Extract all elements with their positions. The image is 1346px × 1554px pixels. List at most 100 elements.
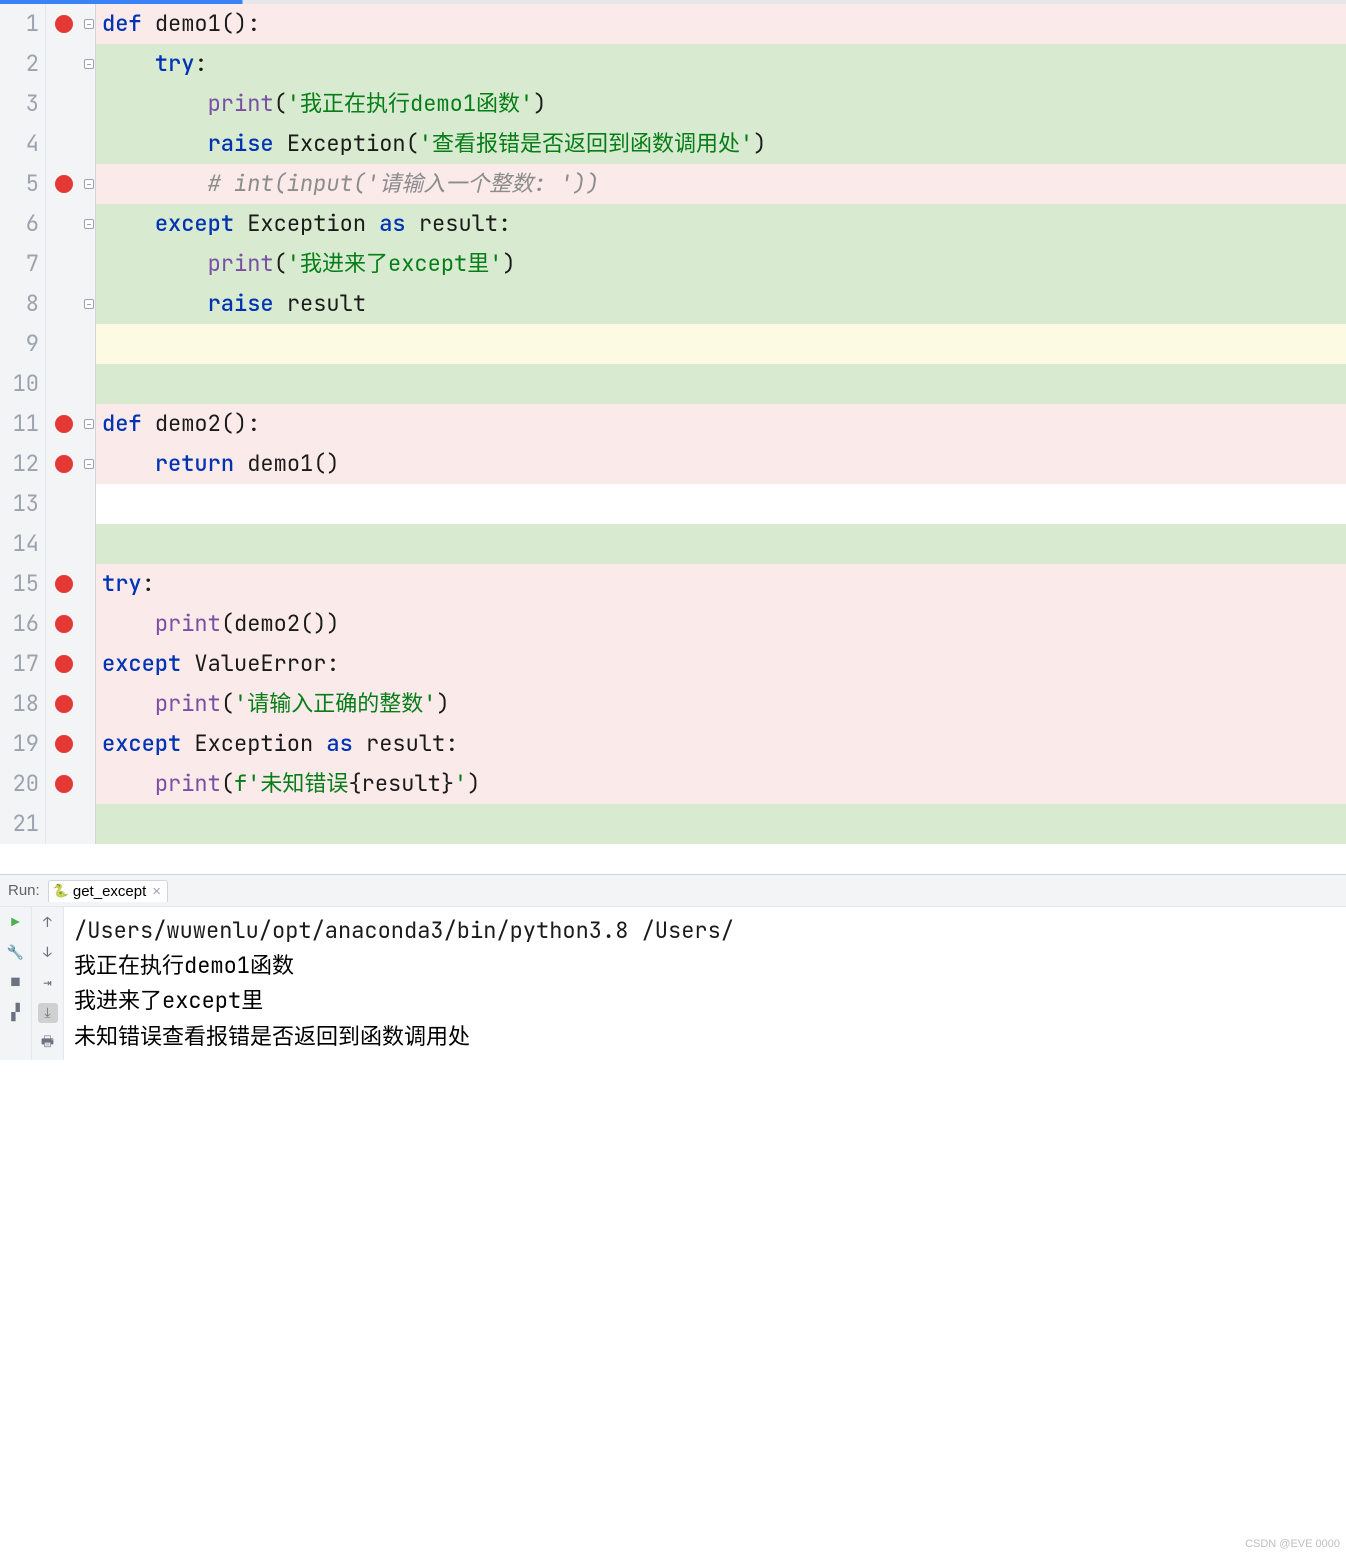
code-line[interactable]: 12 return demo1() <box>0 444 1346 484</box>
fold-gutter[interactable] <box>82 284 96 324</box>
code-line[interactable]: 20 print(f'未知错误{result}') <box>0 764 1346 804</box>
breakpoint-gutter[interactable] <box>46 644 82 684</box>
breakpoint-icon[interactable] <box>55 175 73 193</box>
down-icon[interactable]: ↓ <box>38 943 58 963</box>
code-content[interactable] <box>96 324 1346 364</box>
fold-gutter[interactable] <box>82 324 96 364</box>
line-number[interactable]: 4 <box>0 124 46 164</box>
code-content[interactable]: raise Exception('查看报错是否返回到函数调用处') <box>96 124 1346 164</box>
scroll-icon[interactable]: ⤓ <box>38 1003 58 1023</box>
breakpoint-icon[interactable] <box>55 655 73 673</box>
code-content[interactable]: except Exception as result: <box>96 204 1346 244</box>
breakpoint-gutter[interactable] <box>46 564 82 604</box>
code-line[interactable]: 14 <box>0 524 1346 564</box>
layout-icon[interactable]: ▞ <box>6 1003 26 1023</box>
fold-gutter[interactable] <box>82 564 96 604</box>
breakpoint-gutter[interactable] <box>46 404 82 444</box>
code-content[interactable]: return demo1() <box>96 444 1346 484</box>
code-content[interactable]: print(demo2()) <box>96 604 1346 644</box>
fold-gutter[interactable] <box>82 764 96 804</box>
breakpoint-gutter[interactable] <box>46 204 82 244</box>
code-line[interactable]: 5 # int(input('请输入一个整数: ')) <box>0 164 1346 204</box>
fold-icon[interactable] <box>84 19 94 29</box>
fold-icon[interactable] <box>84 299 94 309</box>
line-number[interactable]: 6 <box>0 204 46 244</box>
breakpoint-gutter[interactable] <box>46 84 82 124</box>
code-line[interactable]: 21 <box>0 804 1346 844</box>
fold-gutter[interactable] <box>82 444 96 484</box>
wrench-icon[interactable]: 🔧 <box>6 943 26 963</box>
line-number[interactable]: 1 <box>0 4 46 44</box>
code-line[interactable]: 9 <box>0 324 1346 364</box>
fold-gutter[interactable] <box>82 244 96 284</box>
line-number[interactable]: 15 <box>0 564 46 604</box>
line-number[interactable]: 21 <box>0 804 46 844</box>
breakpoint-icon[interactable] <box>55 775 73 793</box>
code-line[interactable]: 19except Exception as result: <box>0 724 1346 764</box>
breakpoint-gutter[interactable] <box>46 124 82 164</box>
rerun-icon[interactable]: ▶ <box>6 913 26 933</box>
breakpoint-gutter[interactable] <box>46 724 82 764</box>
line-number[interactable]: 17 <box>0 644 46 684</box>
line-number[interactable]: 9 <box>0 324 46 364</box>
code-content[interactable]: print('我进来了except里') <box>96 244 1346 284</box>
code-content[interactable]: print(f'未知错误{result}') <box>96 764 1346 804</box>
fold-icon[interactable] <box>84 179 94 189</box>
line-number[interactable]: 16 <box>0 604 46 644</box>
breakpoint-gutter[interactable] <box>46 604 82 644</box>
fold-gutter[interactable] <box>82 724 96 764</box>
fold-gutter[interactable] <box>82 484 96 524</box>
up-icon[interactable]: ↑ <box>38 913 58 933</box>
line-number[interactable]: 2 <box>0 44 46 84</box>
code-content[interactable]: print('请输入正确的整数') <box>96 684 1346 724</box>
fold-gutter[interactable] <box>82 84 96 124</box>
code-content[interactable] <box>96 364 1346 404</box>
code-line[interactable]: 3 print('我正在执行demo1函数') <box>0 84 1346 124</box>
code-line[interactable]: 7 print('我进来了except里') <box>0 244 1346 284</box>
code-line[interactable]: 8 raise result <box>0 284 1346 324</box>
code-editor[interactable]: 1def demo1():2 try:3 print('我正在执行demo1函数… <box>0 4 1346 844</box>
line-number[interactable]: 3 <box>0 84 46 124</box>
code-line[interactable]: 15try: <box>0 564 1346 604</box>
breakpoint-gutter[interactable] <box>46 524 82 564</box>
fold-gutter[interactable] <box>82 364 96 404</box>
fold-gutter[interactable] <box>82 644 96 684</box>
code-line[interactable]: 1def demo1(): <box>0 4 1346 44</box>
run-tab[interactable]: 🐍 get_except × <box>48 880 168 902</box>
code-content[interactable]: # int(input('请输入一个整数: ')) <box>96 164 1346 204</box>
fold-gutter[interactable] <box>82 164 96 204</box>
breakpoint-icon[interactable] <box>55 615 73 633</box>
line-number[interactable]: 8 <box>0 284 46 324</box>
fold-gutter[interactable] <box>82 524 96 564</box>
line-number[interactable]: 20 <box>0 764 46 804</box>
code-content[interactable]: def demo2(): <box>96 404 1346 444</box>
close-icon[interactable]: × <box>150 883 163 900</box>
line-number[interactable]: 7 <box>0 244 46 284</box>
line-number[interactable]: 13 <box>0 484 46 524</box>
code-line[interactable]: 2 try: <box>0 44 1346 84</box>
breakpoint-gutter[interactable] <box>46 324 82 364</box>
code-line[interactable]: 16 print(demo2()) <box>0 604 1346 644</box>
print-icon[interactable]: 🖶 <box>38 1033 58 1053</box>
line-number[interactable]: 11 <box>0 404 46 444</box>
fold-gutter[interactable] <box>82 124 96 164</box>
code-line[interactable]: 6 except Exception as result: <box>0 204 1346 244</box>
breakpoint-icon[interactable] <box>55 735 73 753</box>
code-line[interactable]: 17except ValueError: <box>0 644 1346 684</box>
breakpoint-icon[interactable] <box>55 695 73 713</box>
line-number[interactable]: 19 <box>0 724 46 764</box>
code-line[interactable]: 4 raise Exception('查看报错是否返回到函数调用处') <box>0 124 1346 164</box>
fold-gutter[interactable] <box>82 44 96 84</box>
breakpoint-gutter[interactable] <box>46 44 82 84</box>
fold-gutter[interactable] <box>82 804 96 844</box>
fold-gutter[interactable] <box>82 204 96 244</box>
code-content[interactable]: print('我正在执行demo1函数') <box>96 84 1346 124</box>
breakpoint-gutter[interactable] <box>46 4 82 44</box>
breakpoint-icon[interactable] <box>55 15 73 33</box>
breakpoint-gutter[interactable] <box>46 244 82 284</box>
fold-gutter[interactable] <box>82 684 96 724</box>
breakpoint-icon[interactable] <box>55 575 73 593</box>
wrap-icon[interactable]: ⇥ <box>38 973 58 993</box>
line-number[interactable]: 14 <box>0 524 46 564</box>
line-number[interactable]: 18 <box>0 684 46 724</box>
